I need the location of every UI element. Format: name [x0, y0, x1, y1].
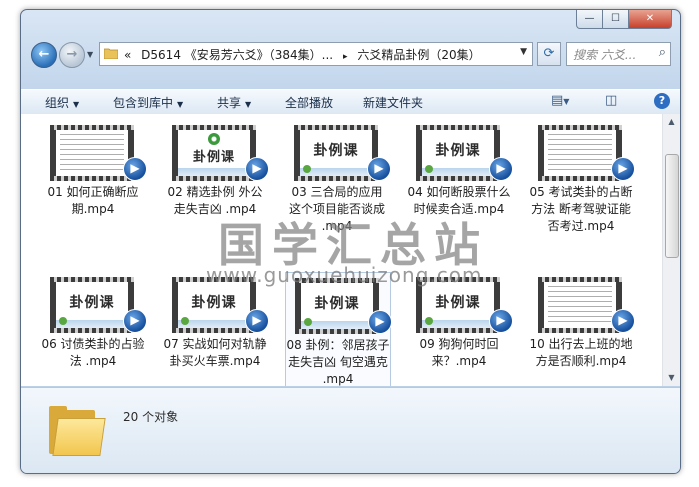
refresh-icon[interactable]: ⟳: [537, 42, 561, 66]
media-player-icon: ▶: [123, 309, 147, 333]
item-count: 20 个对象: [123, 410, 179, 424]
back-arrow-icon[interactable]: ←: [31, 42, 57, 68]
library-chevron-icon: ▼: [177, 100, 184, 109]
share-menu[interactable]: 共享 ▼: [217, 94, 251, 111]
scroll-up-icon[interactable]: ▲: [663, 114, 680, 130]
file-item[interactable]: ▶ 01 如何正确断应期.mp4: [41, 120, 147, 246]
file-name: 06 讨债类卦的占验法 .mp4: [41, 337, 145, 368]
thumbnail-title: 卦例课: [435, 143, 481, 159]
command-bar: 组织 ▼ 包含到库中 ▼ 共享 ▼ 全部播放 新建文件夹 ▤▼ ◫ ?: [21, 89, 680, 115]
breadcrumb-current[interactable]: 六爻精品卦例（20集）: [357, 48, 480, 62]
video-thumbnail: [538, 277, 622, 333]
media-player-icon: ▶: [489, 157, 513, 181]
organize-label: 组织: [45, 96, 70, 110]
search-icon[interactable]: ⌕: [659, 45, 666, 60]
search-placeholder: 搜索 六爻...: [573, 48, 637, 62]
thumbnail-title: 卦例课: [313, 143, 359, 159]
media-player-icon: ▶: [367, 157, 391, 181]
file-name: 07 实战如何对轨静卦买火车票.mp4: [163, 337, 267, 368]
thumbnail-title: 卦例课: [435, 295, 481, 311]
search-box[interactable]: 搜索 六爻... ⌕: [566, 42, 671, 66]
help-icon[interactable]: ?: [654, 93, 670, 109]
thumbnail-title: 卦例课: [191, 295, 237, 311]
folder-icon: [104, 48, 118, 59]
details-pane: 20 个对象: [21, 387, 680, 473]
video-thumbnail: [50, 125, 134, 181]
media-player-icon: ▶: [245, 309, 269, 333]
file-name: 05 考试类卦的占断方法 断考驾驶证能否考过.mp4: [529, 185, 633, 233]
file-item[interactable]: ▶ 05 考试类卦的占断方法 断考驾驶证能否考过.mp4: [529, 120, 635, 246]
video-thumbnail: 卦例课: [172, 125, 256, 181]
breadcrumb-parent[interactable]: D5614 《安易芳六爻》（384集）...: [141, 48, 333, 62]
breadcrumb-overflow[interactable]: «: [124, 48, 131, 62]
recent-pages-chevron-icon[interactable]: ▼: [87, 50, 93, 59]
watermark-url: www.guoxuehuizong.com: [206, 263, 483, 287]
minimize-icon[interactable]: —: [576, 10, 603, 29]
breadcrumb: « D5614 《安易芳六爻》（384集）... ▸ 六爻精品卦例（20集）: [124, 46, 487, 63]
file-name: 10 出行去上班的地方是否顺利.mp4: [529, 337, 633, 368]
play-all-label: 全部播放: [285, 96, 334, 110]
media-player-icon: ▶: [489, 309, 513, 333]
preview-pane-icon[interactable]: ◫: [605, 93, 617, 108]
scroll-down-icon[interactable]: ▼: [663, 370, 680, 386]
video-thumbnail: 卦例课: [50, 277, 134, 333]
file-item[interactable]: 卦例课 ▶ 06 讨债类卦的占验法 .mp4: [41, 272, 147, 386]
share-label: 共享: [217, 96, 242, 110]
media-player-icon: ▶: [611, 157, 635, 181]
navigation-bar: ← → ▼ « D5614 《安易芳六爻》（384集）... ▸ 六爻精品卦例（…: [21, 32, 680, 68]
forward-arrow-icon[interactable]: →: [59, 42, 85, 68]
video-thumbnail: 卦例课: [416, 125, 500, 181]
folder-icon: [49, 404, 106, 456]
address-bar[interactable]: « D5614 《安易芳六爻》（384集）... ▸ 六爻精品卦例（20集） ▼: [99, 42, 533, 66]
caption-buttons: — ☐ ✕: [576, 10, 672, 29]
address-dropdown-icon[interactable]: ▼: [520, 47, 527, 57]
new-folder-button[interactable]: 新建文件夹: [363, 94, 423, 111]
file-name: 01 如何正确断应期.mp4: [47, 185, 139, 216]
file-name: 09 狗狗何时回来？.mp4: [419, 337, 499, 368]
file-item[interactable]: ▶ 10 出行去上班的地方是否顺利.mp4: [529, 272, 635, 386]
media-player-icon: ▶: [611, 309, 635, 333]
file-item[interactable]: 卦例课 ▶ 09 狗狗何时回来？.mp4: [407, 272, 513, 386]
media-player-icon: ▶: [368, 310, 392, 334]
file-item-selected[interactable]: 卦例课 ▶ 08 卦例：邻居孩子走失吉凶 旬空遇克 .mp4: [285, 272, 392, 386]
video-thumbnail: [538, 125, 622, 181]
organize-chevron-icon: ▼: [73, 100, 80, 109]
thumbnail-title: 卦例课: [69, 295, 115, 311]
close-icon[interactable]: ✕: [629, 10, 672, 29]
new-folder-label: 新建文件夹: [363, 96, 424, 110]
play-all-button[interactable]: 全部播放: [285, 94, 333, 111]
scrollbar-thumb[interactable]: [665, 154, 679, 258]
thumbnail-title: 卦例课: [192, 150, 235, 165]
media-player-icon: ▶: [245, 157, 269, 181]
file-item[interactable]: 卦例课 ▶ 07 实战如何对轨静卦买火车票.mp4: [163, 272, 269, 386]
include-in-library-menu[interactable]: 包含到库中 ▼: [113, 94, 183, 111]
share-chevron-icon: ▼: [245, 100, 252, 109]
vertical-scrollbar[interactable]: ▲ ▼: [662, 114, 680, 386]
organize-menu[interactable]: 组织 ▼: [45, 94, 79, 111]
thumbnail-title: 卦例课: [314, 296, 360, 312]
file-name: 08 卦例：邻居孩子走失吉凶 旬空遇克 .mp4: [286, 338, 390, 386]
video-thumbnail: 卦例课: [294, 125, 378, 181]
view-options-icon[interactable]: ▤▼: [551, 93, 569, 108]
breadcrumb-separator[interactable]: ▸: [343, 52, 348, 62]
maximize-icon[interactable]: ☐: [603, 10, 629, 29]
media-player-icon: ▶: [123, 157, 147, 181]
include-in-library-label: 包含到库中: [113, 96, 174, 110]
